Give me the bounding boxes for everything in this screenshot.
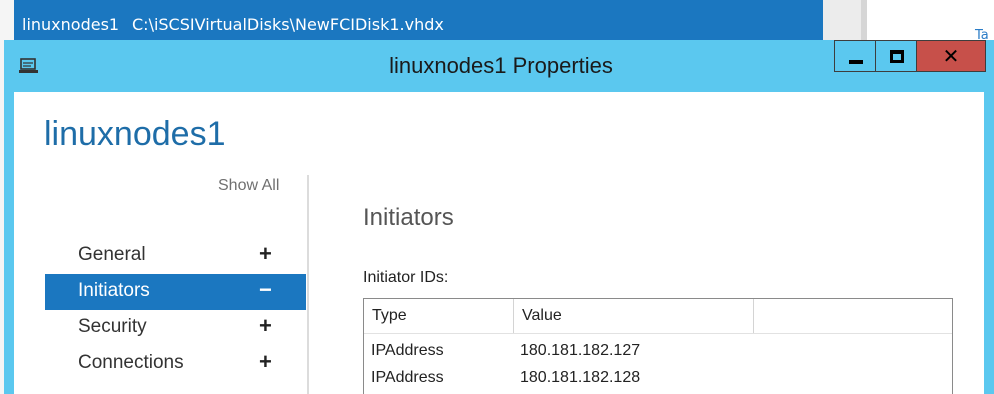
dialog-content: linuxnodes1 Show All General + Initiator… <box>14 92 984 394</box>
collapse-icon[interactable]: − <box>259 277 272 303</box>
nav-item-label: Connections <box>78 352 184 373</box>
nav-item-label: General <box>78 244 146 265</box>
nav-item-connections[interactable]: Connections + <box>45 346 306 382</box>
nav-item-label: Initiators <box>78 280 150 301</box>
expand-icon[interactable]: + <box>259 313 272 339</box>
nav-item-general[interactable]: General + <box>45 238 306 274</box>
expand-icon[interactable]: + <box>259 349 272 375</box>
background-row-cell <box>823 0 861 40</box>
column-header-value[interactable]: Value <box>514 299 754 333</box>
background-row-path: C:\iSCSIVirtualDisks\NewFCIDisk1.vhdx <box>132 15 444 34</box>
cell-value: 180.181.182.127 <box>520 342 641 359</box>
nav-item-initiators[interactable]: Initiators − <box>45 274 306 310</box>
initiator-ids-label: Initiator IDs: <box>363 269 449 286</box>
cell-type: IPAddress <box>371 369 444 386</box>
properties-dialog: linuxnodes1 Properties ✕ linuxnodes1 Sho… <box>4 40 994 394</box>
column-header-empty[interactable] <box>754 299 952 333</box>
grid-header: Type Value <box>364 299 952 334</box>
column-header-type[interactable]: Type <box>364 299 514 333</box>
show-all-link[interactable]: Show All <box>218 177 279 195</box>
column-header-label: Type <box>372 307 407 324</box>
initiator-ids-grid[interactable]: Type Value IPAddress 180.181.182.127 IPA… <box>363 298 953 394</box>
nav-item-security[interactable]: Security + <box>45 310 306 346</box>
dialog-titlebar[interactable]: linuxnodes1 Properties ✕ <box>4 40 994 92</box>
cell-type: IPAddress <box>371 342 444 359</box>
column-header-label: Value <box>522 307 562 324</box>
minimize-button[interactable] <box>834 40 876 72</box>
expand-icon[interactable]: + <box>259 241 272 267</box>
object-name-heading: linuxnodes1 <box>44 115 226 153</box>
background-row-name: linuxnodes1 <box>22 15 120 34</box>
maximize-button[interactable] <box>875 40 917 72</box>
table-row[interactable]: IPAddress 180.181.182.127 <box>364 339 952 366</box>
background-selected-row[interactable]: linuxnodes1 C:\iSCSIVirtualDisks\NewFCID… <box>14 0 823 40</box>
nav-divider <box>307 175 309 394</box>
close-button[interactable]: ✕ <box>916 40 986 72</box>
cell-value: 180.181.182.128 <box>520 369 641 386</box>
maximize-icon <box>890 50 904 63</box>
close-icon: ✕ <box>942 44 960 68</box>
background-scrollbar[interactable] <box>861 0 867 40</box>
section-title: Initiators <box>363 204 454 231</box>
minimize-icon <box>849 60 863 64</box>
table-row[interactable]: IPAddress 180.181.182.128 <box>364 366 952 393</box>
nav-item-label: Security <box>78 316 147 337</box>
